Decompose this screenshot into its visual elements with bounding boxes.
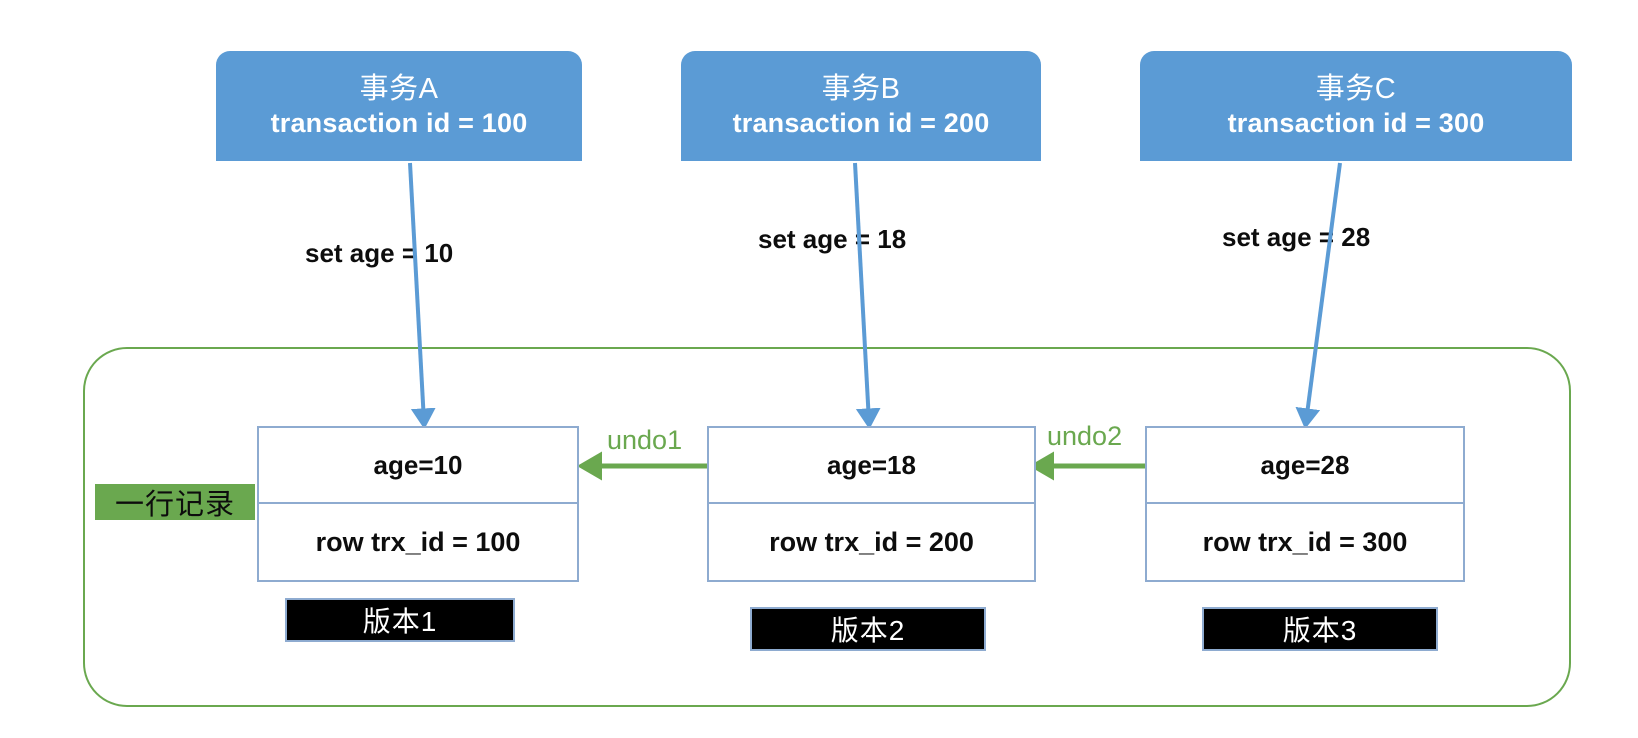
transaction-b-name: 事务B [821, 72, 901, 105]
set-age-label-c: set age = 28 [1222, 222, 1371, 252]
version-1-trx-id: row trx_id = 100 [315, 526, 521, 557]
version-3-trx-id: row trx_id = 300 [1202, 526, 1408, 557]
version-2-trx-id: row trx_id = 200 [769, 526, 974, 557]
transaction-box-b[interactable]: 事务B transaction id = 200 [681, 51, 1041, 161]
transaction-b-id: transaction id = 200 [732, 108, 990, 139]
version-3-age: age=28 [1147, 428, 1463, 504]
version-chip-2: 版本2 [750, 607, 986, 651]
transaction-a-name: 事务A [359, 72, 439, 105]
transaction-a-id: transaction id = 100 [270, 108, 528, 139]
transaction-box-c[interactable]: 事务C transaction id = 300 [1140, 51, 1572, 161]
row-record-tag: 一行记录 [95, 484, 255, 521]
version-chip-1: 版本1 [285, 598, 515, 642]
transaction-box-a[interactable]: 事务A transaction id = 100 [216, 51, 582, 161]
diagram-canvas: 事务A transaction id = 100 事务B transaction… [0, 0, 1638, 738]
version-box-1[interactable]: age=10 row trx_id = 100 [257, 426, 579, 582]
transaction-c-id: transaction id = 300 [1227, 108, 1485, 139]
version-box-2[interactable]: age=18 row trx_id = 200 [707, 426, 1036, 582]
version-1-age: age=10 [259, 428, 577, 504]
version-chip-3: 版本3 [1202, 607, 1438, 651]
version-2-age: age=18 [709, 428, 1034, 504]
set-age-label-a: set age = 10 [305, 238, 454, 268]
set-age-label-b: set age = 18 [758, 224, 907, 254]
transaction-c-name: 事务C [1315, 72, 1397, 105]
undo2-label: undo2 [1047, 421, 1123, 451]
version-box-3[interactable]: age=28 row trx_id = 300 [1145, 426, 1465, 582]
undo1-label: undo1 [607, 425, 683, 455]
